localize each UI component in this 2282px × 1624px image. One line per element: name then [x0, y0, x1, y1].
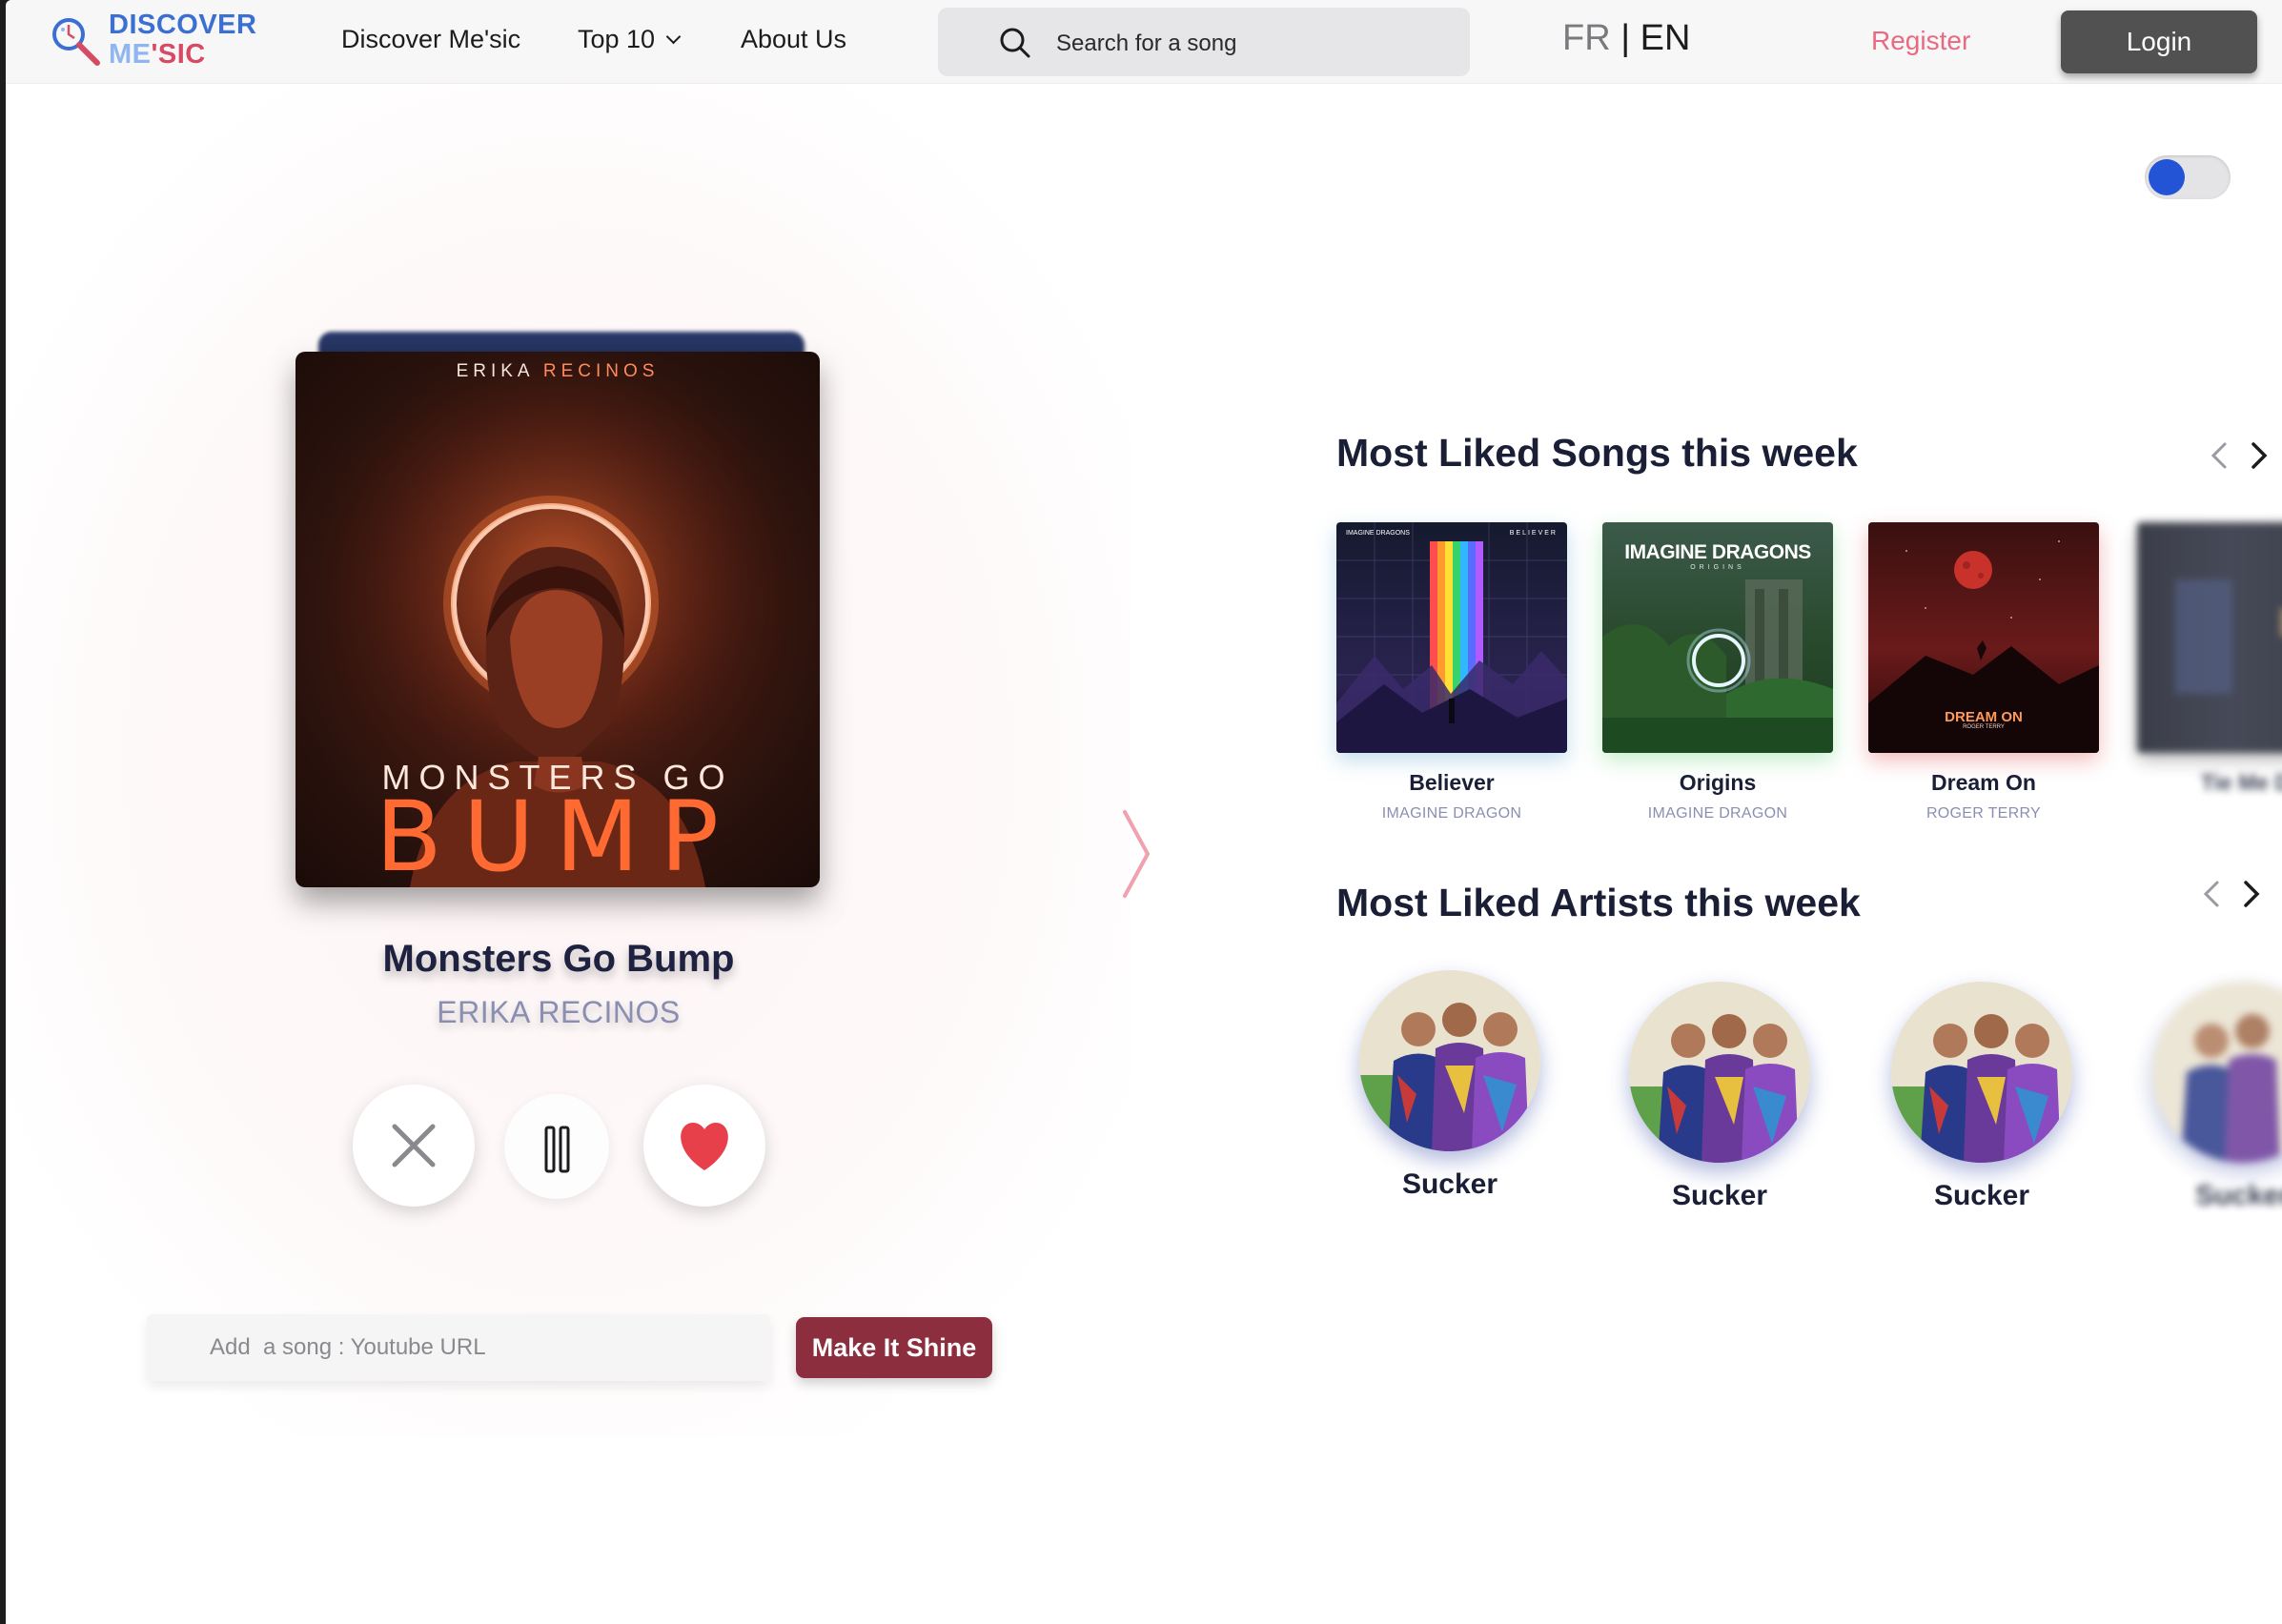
artist-avatar [1359, 970, 1540, 1151]
search-input[interactable]: Search for a song [1056, 30, 1236, 57]
song-cover: IMAGINE DRAGONS ORIGINS [1602, 522, 1833, 753]
song-cover: DREAM ON ROGER TERRY [1868, 522, 2099, 753]
chevron-right-icon[interactable] [1119, 806, 1157, 902]
close-icon [392, 1124, 436, 1167]
cover-title-big: BUMP [375, 781, 741, 887]
artist-card[interactable]: Sucker [1359, 970, 1540, 1201]
artist-card[interactable]: Sucker [1629, 982, 1810, 1212]
dream-title-text: DREAM ON [1945, 709, 2023, 725]
chevron-right-icon[interactable] [2244, 436, 2272, 475]
song-name: Origins [1679, 770, 1757, 795]
logo-line-2-me: ME [109, 39, 152, 70]
artist-name: Sucker [1401, 1168, 1498, 1200]
cover-artist-last: RECINOS [542, 361, 660, 381]
artist-card[interactable]: Sucker [1891, 982, 2072, 1212]
chevron-down-icon [665, 29, 682, 45]
artist-name: Sucker [2194, 1180, 2282, 1211]
youtube-url-input[interactable] [147, 1314, 770, 1381]
song-card[interactable]: DREAM ON ROGER TERRY Dream On ROGER TERR… [1868, 522, 2099, 822]
artist-card[interactable]: Sucker [2152, 982, 2282, 1212]
album-cover[interactable]: ERIKA RECINOS MONSTERS GO BUMP [295, 352, 820, 887]
believer-art [1336, 522, 1567, 753]
song-art-4 [2175, 579, 2282, 694]
lang-fr[interactable]: FR [1562, 18, 1611, 58]
search-icon [1000, 28, 1030, 58]
song-cover [2137, 522, 2282, 753]
artist-photo [1629, 982, 1810, 1163]
artist-avatar [1891, 982, 2072, 1163]
song-cover: IMAGINE DRAGONS BELIEVER [1336, 522, 1567, 753]
logo[interactable]: DISCOVER ME'SIC [48, 10, 257, 71]
chevron-right-icon[interactable] [2236, 875, 2265, 913]
song-card[interactable]: Tie Me Do [2137, 522, 2282, 796]
lang-separator: | [1610, 18, 1640, 58]
origins-band-text: IMAGINE DRAGONS [1624, 541, 1811, 563]
artist-name: Sucker [1671, 1180, 1768, 1211]
cover-artist-first: ERIKA [456, 361, 534, 381]
heart-icon [681, 1123, 728, 1170]
song-artist: IMAGINE DRAGON [1381, 805, 1522, 822]
believer-band-text: IMAGINE DRAGONS [1346, 530, 1410, 537]
songs-section-title: Most Liked Songs this week [1336, 431, 1858, 475]
magnifier-logo-icon [52, 18, 100, 66]
pause-icon [544, 1126, 570, 1173]
believer-title-text: BELIEVER [1509, 530, 1558, 537]
artist-photo [1891, 982, 2072, 1163]
artist-avatar [2152, 982, 2282, 1163]
now-playing-title: Monsters Go Bump [382, 938, 735, 980]
artist-photo [2152, 982, 2282, 1163]
song-artist: IMAGINE DRAGON [1647, 805, 1788, 822]
lang-en[interactable]: EN [1640, 18, 1691, 58]
song-artist: ROGER TERRY [1925, 805, 2042, 822]
nav-link-top10-label: Top 10 [578, 25, 656, 53]
song-card[interactable]: IMAGINE DRAGONS BELIEVER Believer IMAGIN… [1336, 522, 1567, 822]
artist-name: Sucker [1933, 1180, 2030, 1211]
nav-link-top10[interactable]: Top 10 [578, 25, 682, 54]
toggle-knob [2149, 159, 2185, 195]
chevron-left-icon[interactable] [2206, 436, 2234, 475]
top-navbar: DISCOVER ME'SIC Discover Me'sic Top 10 A… [6, 0, 2282, 84]
search-bar[interactable]: Search for a song [938, 8, 1470, 76]
logo-line-2: ME'SIC [109, 41, 256, 69]
register-link[interactable]: Register [1871, 26, 1970, 56]
nav-link-about[interactable]: About Us [741, 25, 846, 54]
songs-carousel-arrows [2206, 436, 2272, 475]
login-button[interactable]: Login [2061, 10, 2257, 73]
pause-button[interactable] [504, 1094, 609, 1199]
dislike-button[interactable] [353, 1085, 475, 1207]
like-button[interactable] [643, 1085, 765, 1207]
song-name: Tie Me Do [2200, 770, 2282, 795]
language-switch: FR | EN [1562, 18, 1690, 59]
now-playing-artist: ERIKA RECINOS [437, 995, 681, 1029]
make-it-shine-button[interactable]: Make It Shine [796, 1317, 992, 1378]
logo-line-1: DISCOVER [109, 10, 257, 40]
artists-section-title: Most Liked Artists this week [1336, 881, 1861, 924]
nav-link-discover[interactable]: Discover Me'sic [341, 25, 520, 54]
artists-carousel-arrows [2198, 875, 2265, 913]
dream-artist-text: ROGER TERRY [1963, 724, 2005, 730]
logo-text: DISCOVER ME'SIC [109, 11, 256, 69]
cover-artist-text: ERIKA RECINOS [295, 361, 820, 382]
logo-line-2-sic: 'SIC [151, 39, 206, 70]
song-name: Dream On [1931, 770, 2036, 795]
chevron-left-icon[interactable] [2198, 875, 2227, 913]
artist-photo [1359, 970, 1540, 1151]
song-name: Believer [1409, 770, 1495, 795]
origins-sub-text: ORIGINS [1690, 564, 1745, 571]
theme-toggle[interactable] [2145, 155, 2231, 199]
artist-avatar [1629, 982, 1810, 1163]
song-card[interactable]: IMAGINE DRAGONS ORIGINS Origins IMAGINE … [1602, 522, 1833, 822]
app-window: DISCOVER ME'SIC Discover Me'sic Top 10 A… [6, 0, 2282, 1624]
